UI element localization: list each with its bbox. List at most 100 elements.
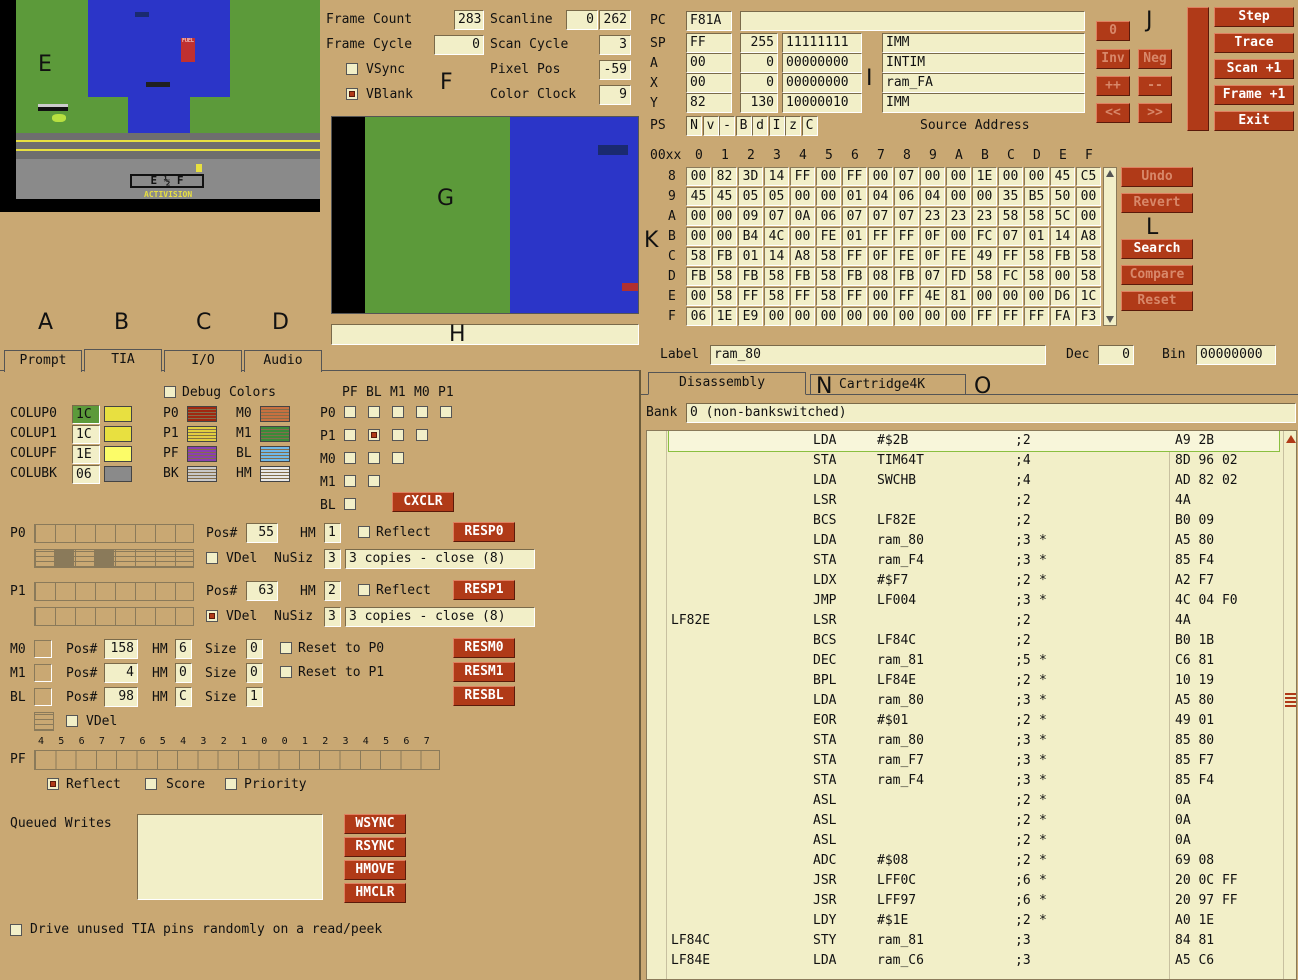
bl-delayed-bits[interactable] xyxy=(34,712,54,731)
disassembly-line[interactable]: ASL ;2 * 0A xyxy=(647,831,1283,851)
decrement-button[interactable]: -- xyxy=(1138,76,1172,96)
ram-cell[interactable]: 00 xyxy=(790,187,815,206)
disassembly-line[interactable]: LDA ram_80 ;3 * A5 80 xyxy=(647,531,1283,551)
ram-cell[interactable]: 45 xyxy=(712,187,737,206)
ram-cell[interactable]: 1E xyxy=(972,167,997,186)
disassembly-line[interactable]: LDA #$2B ;2 A9 2B xyxy=(668,431,1280,452)
a-bin-field[interactable]: 00000000 xyxy=(782,53,862,73)
a-dec-field[interactable]: 0 xyxy=(740,53,778,73)
ps-flag-5[interactable]: I xyxy=(768,116,785,136)
ram-cell[interactable]: FF xyxy=(842,247,867,266)
ram-cell[interactable]: FF xyxy=(790,287,815,306)
ram-cell[interactable]: FF xyxy=(894,227,919,246)
disassembly-line[interactable]: JSR LFF97 ;6 * 20 97 FF xyxy=(647,891,1283,911)
missile-size-field[interactable]: 0 xyxy=(246,663,263,683)
p1-nusiz-field[interactable]: 3 xyxy=(324,607,341,627)
ram-cell[interactable]: 35 xyxy=(998,187,1023,206)
ram-cell[interactable]: 58 xyxy=(764,267,789,286)
disassembly-line[interactable]: LDA SWCHB ;4 AD 82 02 xyxy=(647,471,1283,491)
tab-audio[interactable]: Audio xyxy=(244,350,322,372)
ram-cell[interactable]: 00 xyxy=(686,227,711,246)
ram-cell[interactable]: 14 xyxy=(1050,227,1075,246)
pf-reflect-checkbox[interactable] xyxy=(47,778,59,790)
ram-cell[interactable]: FB xyxy=(712,247,737,266)
p0-pos-field[interactable]: 55 xyxy=(246,523,278,543)
collision-checkbox[interactable] xyxy=(368,452,380,464)
ram-cell[interactable]: FE xyxy=(894,247,919,266)
ram-cell[interactable]: FC xyxy=(998,267,1023,286)
ram-cell[interactable]: 5C xyxy=(1050,207,1075,226)
ram-cell[interactable]: 07 xyxy=(998,227,1023,246)
colu-field[interactable]: 1C xyxy=(72,425,100,444)
ram-cell[interactable]: 14 xyxy=(764,247,789,266)
collapse-button[interactable] xyxy=(1187,7,1209,131)
ram-cell[interactable]: FE xyxy=(946,247,971,266)
ram-cell[interactable]: FF xyxy=(790,167,815,186)
disassembly-line[interactable]: EOR #$01 ;2 * 49 01 xyxy=(647,711,1283,731)
disassembly-line[interactable]: JSR LFF0C ;6 * 20 0C FF xyxy=(647,871,1283,891)
y-dec-field[interactable]: 130 xyxy=(740,93,778,113)
ram-cell[interactable]: 00 xyxy=(868,287,893,306)
ram-cell[interactable]: FF xyxy=(1024,307,1049,326)
ram-cell[interactable]: 00 xyxy=(686,167,711,186)
disassembly-line[interactable]: DEC ram_81 ;5 * C6 81 xyxy=(647,651,1283,671)
disassembly-list[interactable]: LDA #$2B ;2 A9 2B STA TIM64T ;4 8D 96 02 LDA SWCH… xyxy=(646,430,1297,980)
ram-cell[interactable]: 00 xyxy=(946,227,971,246)
ram-cell[interactable]: 58 xyxy=(816,287,841,306)
y-bin-field[interactable]: 10000010 xyxy=(782,93,862,113)
ram-cell[interactable]: 23 xyxy=(946,207,971,226)
disassembly-line[interactable]: ASL ;2 * 0A xyxy=(647,811,1283,831)
ram-cell[interactable]: 1C xyxy=(1076,287,1101,306)
search-button[interactable]: Search xyxy=(1121,239,1193,259)
scanline-total-field[interactable]: 262 xyxy=(599,10,631,30)
dec-field[interactable]: 0 xyxy=(1098,345,1134,365)
tab-io[interactable]: I/O xyxy=(164,350,242,372)
ram-cell[interactable]: FB xyxy=(894,267,919,286)
missile-pos-field[interactable]: 98 xyxy=(104,687,138,707)
resp1-button[interactable]: RESP1 xyxy=(453,580,515,600)
ram-cell[interactable]: 4C xyxy=(764,227,789,246)
disassembly-line[interactable]: STA ram_F4 ;3 * 85 F4 xyxy=(647,771,1283,791)
ram-cell[interactable]: 00 xyxy=(1050,267,1075,286)
ram-cell[interactable]: 00 xyxy=(972,287,997,306)
ram-cell[interactable]: 00 xyxy=(868,307,893,326)
collision-checkbox[interactable] xyxy=(416,429,428,441)
resp0-button[interactable]: RESP0 xyxy=(453,522,515,542)
ram-cell[interactable]: D6 xyxy=(1050,287,1075,306)
ram-cell[interactable]: 01 xyxy=(842,187,867,206)
pf-graphics-bits[interactable] xyxy=(34,750,440,770)
cxclr-button[interactable]: CXCLR xyxy=(392,492,454,512)
ram-cell[interactable]: F3 xyxy=(1076,307,1101,326)
ram-cell[interactable]: 06 xyxy=(894,187,919,206)
ram-cell[interactable]: 58 xyxy=(1024,247,1049,266)
colu-field[interactable]: 06 xyxy=(72,465,100,484)
ram-cell[interactable]: A8 xyxy=(790,247,815,266)
collision-checkbox[interactable] xyxy=(344,475,356,487)
ram-cell[interactable]: 00 xyxy=(868,167,893,186)
missile-hm-field[interactable]: C xyxy=(175,687,192,707)
collision-checkbox[interactable] xyxy=(392,452,404,464)
ram-cell[interactable]: 04 xyxy=(920,187,945,206)
ram-scrollbar[interactable] xyxy=(1103,167,1117,326)
disassembly-line[interactable]: LDY #$1E ;2 * A0 1E xyxy=(647,911,1283,931)
ram-cell[interactable]: 58 xyxy=(972,267,997,286)
ram-cell[interactable]: B5 xyxy=(1024,187,1049,206)
exit-button[interactable]: Exit xyxy=(1214,111,1294,131)
sp-dec-field[interactable]: 255 xyxy=(740,33,778,53)
ram-cell[interactable]: 00 xyxy=(1076,187,1101,206)
pixel-pos-field[interactable]: -59 xyxy=(599,60,631,80)
hmclr-button[interactable]: HMCLR xyxy=(344,883,406,903)
ram-cell[interactable]: C5 xyxy=(1076,167,1101,186)
ram-cell[interactable]: 01 xyxy=(1024,227,1049,246)
collision-checkbox[interactable] xyxy=(344,406,356,418)
missile-enable-bit[interactable] xyxy=(34,664,52,682)
collision-checkbox[interactable] xyxy=(416,406,428,418)
ram-cell[interactable]: 01 xyxy=(842,227,867,246)
p1-reflect-checkbox[interactable] xyxy=(358,584,370,596)
debug-colors-checkbox[interactable] xyxy=(164,386,176,398)
ram-cell[interactable]: FD xyxy=(946,267,971,286)
pc-field[interactable]: F81A xyxy=(686,11,732,31)
missile-reset-checkbox[interactable] xyxy=(280,666,292,678)
ram-cell[interactable]: 07 xyxy=(868,207,893,226)
queued-writes-list[interactable] xyxy=(137,814,323,900)
